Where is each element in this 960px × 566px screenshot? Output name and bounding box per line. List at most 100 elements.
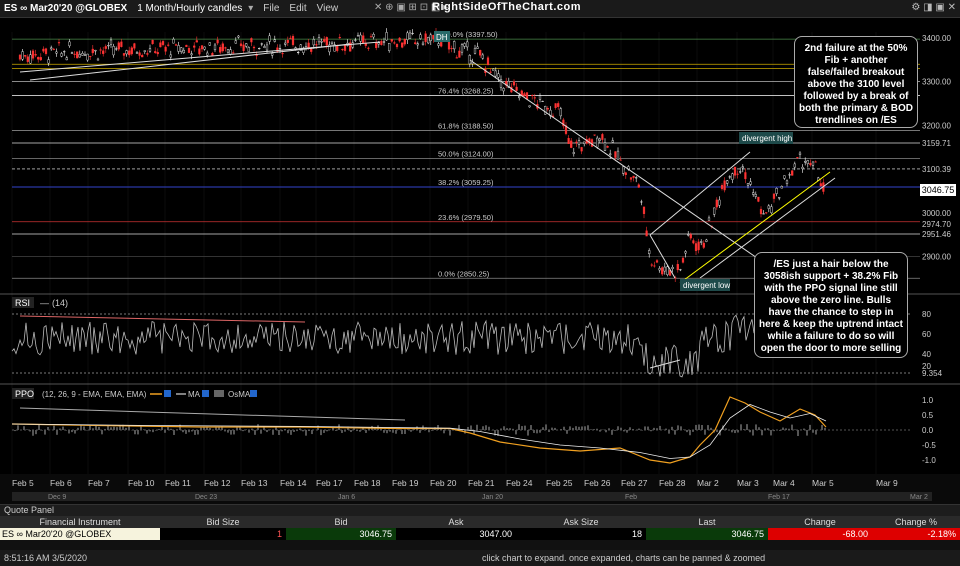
- header-change-pct[interactable]: Change %: [872, 516, 960, 528]
- status-bar: 8:51:16 AM 3/5/2020 click chart to expan…: [0, 550, 960, 566]
- date-axis-label: Feb 14: [280, 478, 307, 488]
- candle-body: [182, 49, 185, 54]
- quote-row[interactable]: ES ∞ Mar20'20 @GLOBEX 1 3046.75 3047.00 …: [0, 528, 960, 540]
- osma-bar: [35, 430, 37, 435]
- osma-bar: [800, 429, 802, 430]
- date-axis-label: Feb 13: [241, 478, 268, 488]
- date-axis-label: Feb 27: [621, 478, 648, 488]
- overview-date-label: Dec 9: [48, 494, 66, 501]
- candle-body: [796, 157, 799, 159]
- date-axis-label: Feb 6: [50, 478, 72, 488]
- cell-bid-size: 1: [276, 529, 282, 539]
- osma-bar: [527, 430, 529, 436]
- menu-file[interactable]: File: [263, 3, 279, 14]
- candle-body: [492, 68, 495, 71]
- osma-bar: [386, 430, 388, 434]
- candle-body: [29, 54, 32, 64]
- osma-bar: [797, 430, 799, 436]
- osma-bar: [617, 426, 619, 430]
- candle-body: [421, 42, 425, 45]
- osma-bar: [344, 430, 346, 432]
- osma-bar: [68, 430, 70, 434]
- candle-body: [411, 32, 414, 34]
- candle-body: [429, 34, 432, 42]
- candle-body: [726, 180, 729, 184]
- candle-body: [385, 32, 388, 41]
- header-ask[interactable]: Ask: [396, 516, 516, 528]
- candle-body: [767, 205, 770, 209]
- candle-body: [91, 48, 94, 54]
- osma-bar: [581, 426, 583, 430]
- osma-bar: [242, 430, 244, 432]
- candle-body: [338, 37, 341, 39]
- candle-body: [146, 53, 149, 55]
- date-axis-label: Mar 3: [737, 478, 759, 488]
- header-bid-size[interactable]: Bid Size: [160, 516, 286, 528]
- osma-bar: [23, 426, 25, 430]
- osma-bar: [38, 424, 40, 430]
- price-axis-label: 3000.00: [922, 209, 951, 218]
- menu-view[interactable]: View: [317, 3, 339, 14]
- osma-bar: [203, 427, 205, 430]
- osma-bar: [53, 425, 55, 430]
- candle-body: [115, 48, 118, 50]
- candle-body: [34, 53, 37, 56]
- window-controls[interactable]: ⚙ ◨ ▣ ✕: [911, 2, 956, 13]
- candle-body: [112, 46, 115, 56]
- osma-bar: [668, 430, 670, 434]
- candle-body: [632, 175, 635, 178]
- osma-bar: [101, 430, 103, 435]
- osma-bar: [656, 428, 658, 430]
- menu-edit[interactable]: Edit: [289, 3, 306, 14]
- candle-body: [783, 175, 786, 179]
- timeframe-label[interactable]: 1 Month/Hourly candles: [137, 3, 242, 14]
- header-instrument[interactable]: Financial Instrument: [0, 516, 160, 528]
- header-bid[interactable]: Bid: [286, 516, 396, 528]
- osma-bar: [350, 430, 352, 433]
- candle-body: [401, 42, 404, 48]
- candle-body: [312, 39, 315, 46]
- osma-bar: [341, 430, 343, 433]
- date-axis-label: Feb 11: [165, 478, 191, 488]
- ppo-axis-label: 0.5: [922, 411, 934, 420]
- osma-bar: [419, 430, 421, 433]
- osma-bar: [89, 425, 91, 430]
- osma-bar: [683, 429, 685, 430]
- candle-body: [666, 266, 669, 275]
- ma-checkbox-icon[interactable]: [202, 390, 209, 397]
- candle-body: [37, 57, 40, 60]
- ppo-checkbox-icon[interactable]: [164, 390, 171, 397]
- candle-body: [216, 39, 219, 44]
- osma-legend-label: OsMA: [228, 390, 251, 399]
- header-last[interactable]: Last: [646, 516, 768, 528]
- candle-body: [528, 105, 531, 108]
- candle-body: [720, 185, 724, 190]
- header-ask-size[interactable]: Ask Size: [516, 516, 646, 528]
- candle-body: [658, 268, 661, 271]
- candle-body: [372, 33, 375, 38]
- candle-body: [523, 93, 526, 97]
- osma-bar: [746, 424, 748, 430]
- osma-bar: [65, 430, 67, 431]
- osma-bar: [599, 430, 601, 432]
- candle-body: [635, 177, 638, 179]
- overview-scrollbar[interactable]: [12, 492, 932, 501]
- osma-checkbox-icon[interactable]: [250, 390, 257, 397]
- osma-bar: [752, 430, 754, 436]
- candle-body: [60, 53, 63, 57]
- osma-legend-swatch: [214, 390, 224, 397]
- candle-body: [655, 260, 659, 263]
- osma-bar: [269, 429, 271, 430]
- symbol-label[interactable]: ES ∞ Mar20'20 @GLOBEX: [4, 3, 127, 14]
- dropdown-icon[interactable]: ▾: [248, 3, 253, 14]
- header-change[interactable]: Change: [768, 516, 872, 528]
- candle-body: [154, 51, 157, 53]
- candle-body: [169, 54, 172, 58]
- candle-body: [403, 38, 406, 45]
- osma-bar: [620, 427, 622, 430]
- candle-body: [590, 139, 594, 147]
- osma-bar: [41, 430, 43, 431]
- osma-bar: [218, 427, 220, 430]
- osma-bar: [605, 430, 607, 433]
- candle-body: [390, 39, 393, 42]
